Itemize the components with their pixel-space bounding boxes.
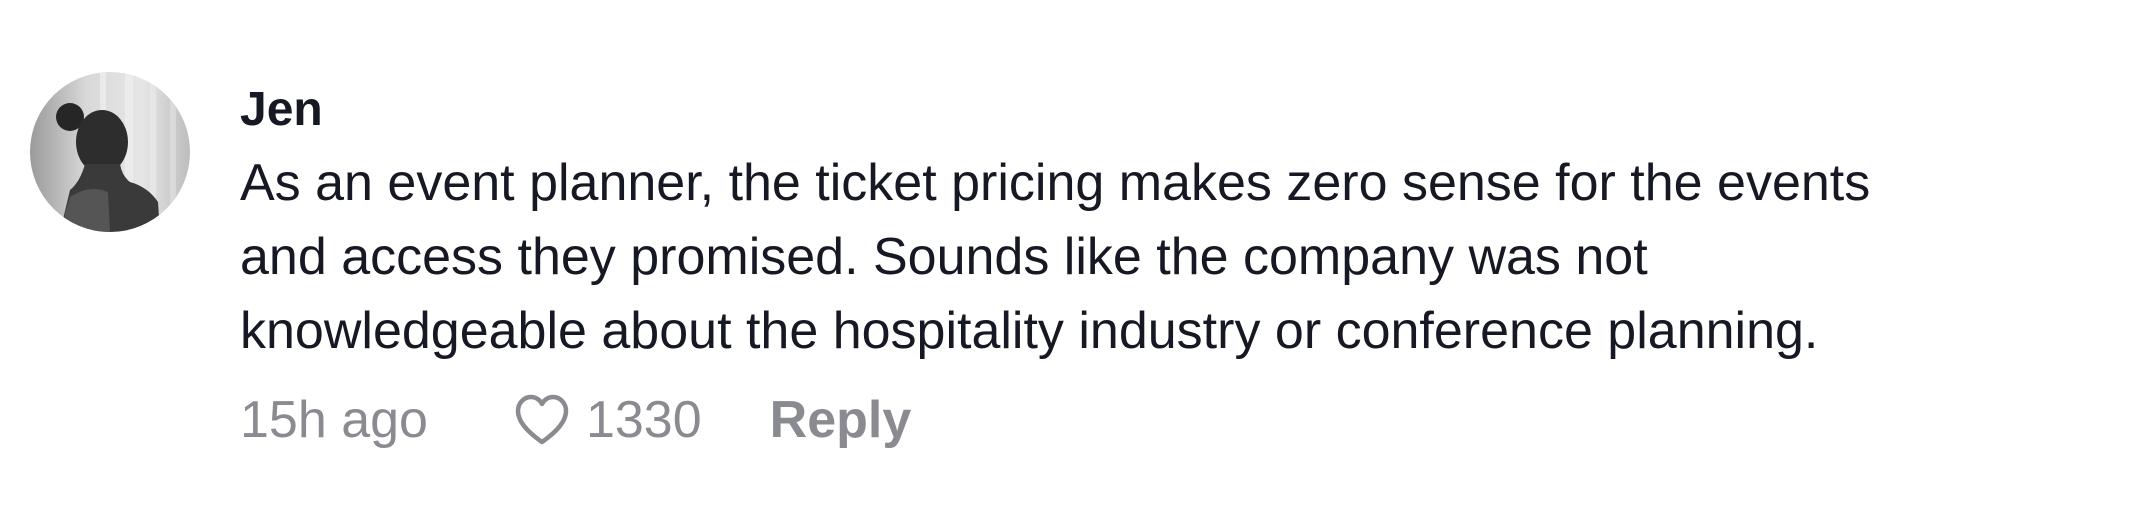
comment-text-line: and access they promised. Sounds like th… [240,228,1648,286]
timestamp: 15h ago [240,391,428,449]
heart-outline-icon [515,394,569,445]
comment-text: As an event planner, the ticket pricing … [240,146,2100,368]
like-count: 1330 [585,391,702,449]
comment-item: Jen As an event planner, the ticket pric… [0,0,2134,530]
comment-body: Jen As an event planner, the ticket pric… [240,80,2100,368]
comment-text-line: As an event planner, the ticket pricing … [240,154,1871,212]
username[interactable]: Jen [240,80,2100,140]
avatar-image [30,72,190,232]
comment-actions: 15h ago 1330 Reply [240,385,911,455]
comment-text-line: knowledgeable about the hospitality indu… [240,302,1819,360]
avatar[interactable] [30,72,190,232]
reply-button[interactable]: Reply [770,390,912,450]
like-button[interactable]: 1330 [510,388,702,452]
